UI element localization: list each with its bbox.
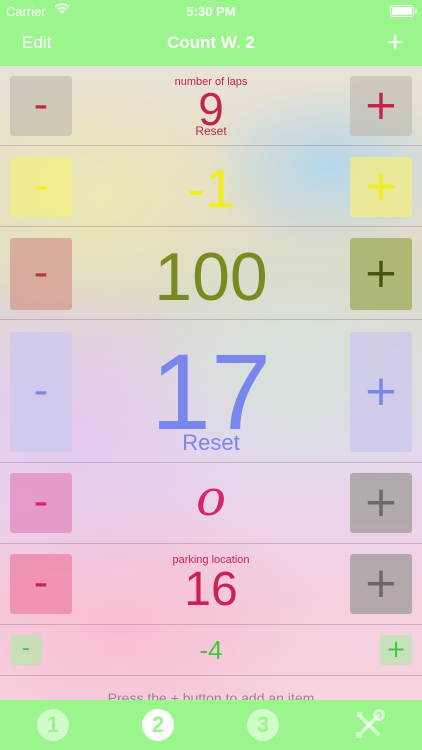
increment-button[interactable]: +: [350, 157, 412, 217]
tab-2[interactable]: 2: [142, 709, 174, 741]
counter-list[interactable]: - number of laps 9 Reset + - -1 + - 100 …: [0, 66, 422, 700]
tab-1[interactable]: 1: [37, 709, 69, 741]
counter-row: - -4 +: [0, 625, 422, 676]
tab-tools[interactable]: [353, 709, 385, 741]
circle-2-icon: 2: [142, 709, 174, 741]
counter-row: - 17 Reset +: [0, 320, 422, 463]
increment-button[interactable]: +: [350, 332, 412, 452]
add-item-button[interactable]: +: [386, 26, 404, 60]
increment-button[interactable]: +: [380, 635, 412, 665]
counter-value: -4: [199, 635, 223, 665]
counter-row: - parking location 16 +: [0, 544, 422, 625]
tab-bar: 1 2 3: [0, 700, 422, 750]
counter-row: - o +: [0, 463, 422, 544]
increment-button[interactable]: +: [350, 238, 412, 310]
status-time: 5:30 PM: [186, 4, 236, 19]
increment-button[interactable]: +: [350, 473, 412, 533]
tab-3[interactable]: 3: [247, 709, 279, 741]
circle-1-icon: 1: [37, 709, 69, 741]
add-item-hint: Press the + button to add an item: [107, 690, 315, 700]
circle-3-icon: 3: [247, 709, 279, 741]
counter-row: - 100 +: [0, 227, 422, 320]
page-title: Count W. 2: [167, 33, 255, 52]
increment-button[interactable]: +: [350, 554, 412, 614]
counter-row: - number of laps 9 Reset +: [0, 66, 422, 146]
tools-icon: [356, 709, 385, 738]
status-bar: Carrier 5:30 PM: [0, 0, 422, 22]
battery-icon: [390, 5, 417, 17]
increment-button[interactable]: +: [350, 76, 412, 136]
counter-row: - -1 +: [0, 146, 422, 227]
navigation-bar: Edit Count W. 2 +: [0, 22, 422, 66]
